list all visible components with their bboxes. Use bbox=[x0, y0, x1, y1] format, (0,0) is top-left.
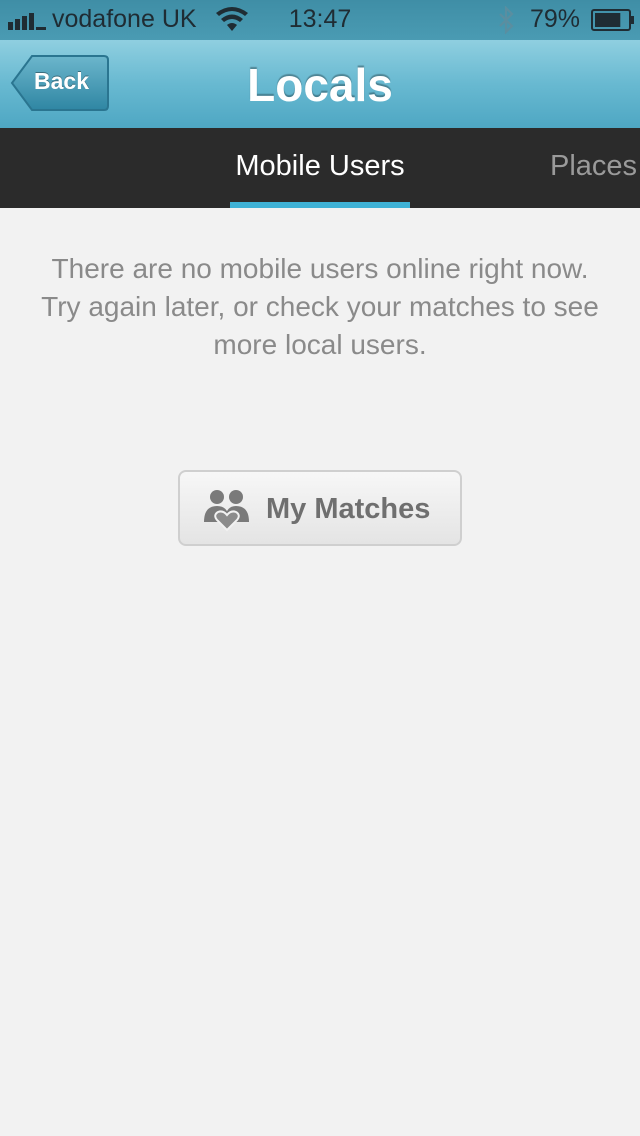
active-tab-indicator bbox=[230, 202, 410, 208]
battery-icon bbox=[591, 9, 634, 31]
empty-state-line-2: Try again later, or check your matches t… bbox=[41, 291, 599, 360]
tab-places[interactable]: Places bbox=[550, 150, 637, 183]
couple-heart-icon bbox=[204, 490, 249, 532]
empty-state-message: There are no mobile users online right n… bbox=[30, 250, 610, 364]
empty-state-line-1: There are no mobile users online right n… bbox=[51, 253, 589, 284]
page-title: Locals bbox=[247, 59, 393, 111]
status-bar: vodafone UK 13:47 79% bbox=[0, 0, 640, 40]
my-matches-label: My Matches bbox=[266, 493, 431, 525]
tab-bar: Mobile Users Places bbox=[0, 128, 640, 208]
locals-screen: vodafone UK 13:47 79% Back Locals Mobile… bbox=[0, 0, 640, 1136]
tab-mobile-users[interactable]: Mobile Users bbox=[230, 150, 410, 183]
my-matches-button[interactable]: My Matches bbox=[178, 470, 462, 546]
battery-percentage: 79% bbox=[530, 5, 581, 33]
bluetooth-icon bbox=[499, 6, 514, 34]
navigation-bar: Back Locals bbox=[0, 40, 640, 129]
